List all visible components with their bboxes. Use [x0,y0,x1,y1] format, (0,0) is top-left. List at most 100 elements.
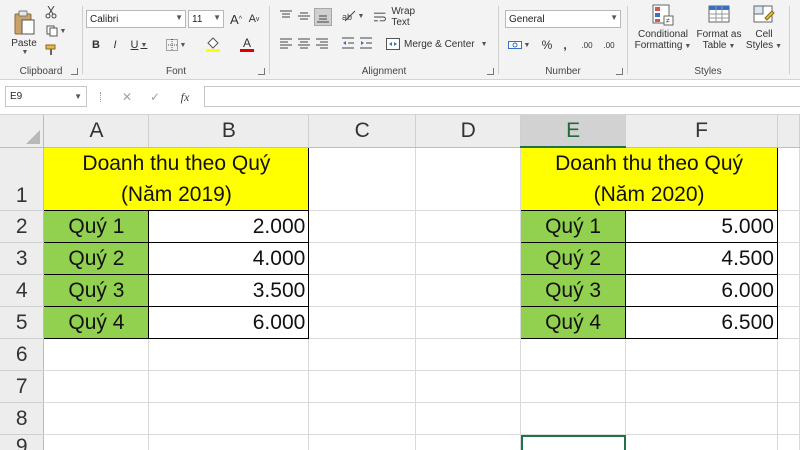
cell-c3[interactable] [308,242,417,275]
cell-d5[interactable] [415,306,522,339]
cell-g7[interactable] [777,370,800,403]
orientation-button[interactable]: ab ▼ [340,8,366,24]
confirm-entry-button[interactable]: ✓ [146,88,164,106]
cell-b9[interactable] [148,434,310,450]
column-header-e[interactable]: E [520,115,627,148]
orientation-dropdown-icon[interactable]: ▼ [358,13,365,20]
paste-dropdown-icon[interactable]: ▼ [22,49,29,56]
cell-c9[interactable] [308,434,417,450]
top-align-button[interactable] [278,8,294,24]
format-as-table-button[interactable]: Format as Table ▼ [696,4,742,62]
copy-button[interactable]: ▼ [44,24,68,38]
number-dialog-launcher-icon[interactable] [616,68,623,75]
cell-e7[interactable] [520,370,627,403]
underline-button[interactable]: U ▼ [126,36,152,54]
cell-c1[interactable] [308,147,417,211]
merge-dropdown-icon[interactable]: ▼ [481,41,488,48]
cancel-entry-button[interactable]: ✕ [118,88,136,106]
cell-e8[interactable] [520,402,627,435]
borders-dropdown-icon[interactable]: ▼ [180,42,187,49]
middle-align-button[interactable] [296,8,312,24]
quarter-cell-2020[interactable]: Quý 1 [520,210,627,243]
cell-d3[interactable] [415,242,522,275]
cut-button[interactable] [44,5,58,19]
increase-indent-button[interactable] [358,35,374,51]
cell-f7[interactable] [625,370,778,403]
cell-g9[interactable] [777,434,800,450]
cell-c8[interactable] [308,402,417,435]
accounting-dropdown-icon[interactable]: ▼ [524,42,531,49]
cell-g8[interactable] [777,402,800,435]
row-header-4[interactable]: 4 [0,274,45,307]
column-header-a[interactable]: A [43,115,150,148]
cell-b6[interactable] [148,338,310,371]
value-cell-2020[interactable]: 5.000 [625,210,778,243]
number-format-combo[interactable]: General ▼ [505,10,621,28]
cell-b7[interactable] [148,370,310,403]
borders-button[interactable]: ▼ [163,36,189,54]
bottom-align-button[interactable] [314,8,332,26]
cell-d2[interactable] [415,210,522,243]
decrease-decimal-button[interactable]: .00 [599,36,619,54]
paste-button[interactable]: Paste ▼ [6,4,42,62]
quarter-cell-2020[interactable]: Quý 2 [520,242,627,275]
merge-center-button[interactable]: Merge & Center ▼ [386,35,490,53]
cell-a6[interactable] [43,338,150,371]
column-header-d[interactable]: D [415,115,522,148]
quarter-cell-2019[interactable]: Quý 1 [43,210,150,243]
grow-font-button[interactable]: A ^ [228,10,244,28]
font-dialog-launcher-icon[interactable] [258,68,265,75]
font-size-combo[interactable]: 11 ▼ [188,10,224,28]
cell-d7[interactable] [415,370,522,403]
cell-d9[interactable] [415,434,522,450]
formula-bar-splitter[interactable] [100,92,102,102]
quarter-cell-2019[interactable]: Quý 2 [43,242,150,275]
format-painter-button[interactable] [44,43,58,57]
font-color-button[interactable]: A [233,34,261,54]
cell-c4[interactable] [308,274,417,307]
quarter-cell-2019[interactable]: Quý 3 [43,274,150,307]
cell-c7[interactable] [308,370,417,403]
row-header-3[interactable]: 3 [0,242,45,275]
cell-g5[interactable] [777,306,800,339]
increase-decimal-button[interactable]: .00 [577,36,597,54]
cell-d4[interactable] [415,274,522,307]
cell-g6[interactable] [777,338,800,371]
select-all-corner[interactable] [0,115,45,148]
row-header-5[interactable]: 5 [0,306,45,339]
insert-function-button[interactable]: fx [174,88,196,106]
value-cell-2020[interactable]: 6.000 [625,274,778,307]
fill-color-button[interactable] [199,34,227,54]
value-cell-2019[interactable]: 6.000 [148,306,310,339]
cell-g4[interactable] [777,274,800,307]
value-cell-2019[interactable]: 3.500 [148,274,310,307]
clipboard-dialog-launcher-icon[interactable] [71,68,78,75]
column-header-f[interactable]: F [625,115,778,148]
cell-d8[interactable] [415,402,522,435]
formula-input[interactable] [204,86,800,107]
row-header-8[interactable]: 8 [0,402,45,435]
shrink-font-button[interactable]: Av [246,10,262,28]
align-left-button[interactable] [278,35,294,51]
row-header-9[interactable]: 9 [0,434,45,450]
name-box[interactable]: E9 ▼ [5,86,87,107]
cell-c2[interactable] [308,210,417,243]
underline-dropdown-icon[interactable]: ▼ [141,42,148,49]
cell-a9[interactable] [43,434,150,450]
comma-style-button[interactable]: , [557,36,573,54]
cell-c6[interactable] [308,338,417,371]
value-cell-2020[interactable]: 6.500 [625,306,778,339]
accounting-format-button[interactable]: ▼ [505,36,533,54]
active-cell-e9[interactable] [520,434,627,450]
value-cell-2020[interactable]: 4.500 [625,242,778,275]
quarter-cell-2020[interactable]: Quý 4 [520,306,627,339]
font-name-combo[interactable]: Calibri ▼ [86,10,186,28]
alignment-dialog-launcher-icon[interactable] [487,68,494,75]
conditional-formatting-button[interactable]: ≠ Conditional Formatting ▼ [632,4,694,62]
quarter-cell-2019[interactable]: Quý 4 [43,306,150,339]
bold-button[interactable]: B [88,36,104,54]
align-right-button[interactable] [314,35,330,51]
column-header-b[interactable]: B [148,115,310,148]
quarter-cell-2020[interactable]: Quý 3 [520,274,627,307]
align-center-button[interactable] [296,35,312,51]
